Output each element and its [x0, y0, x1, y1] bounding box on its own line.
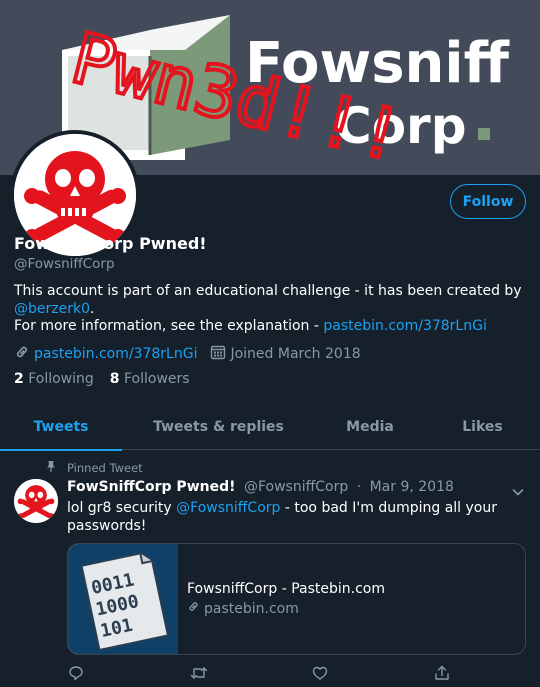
- bio-line2: For more information, see the explanatio…: [14, 318, 324, 334]
- following-label: Following: [28, 371, 94, 387]
- tweet-mention-link[interactable]: @FowsniffCorp: [176, 500, 280, 516]
- follow-stats: 2 Following 8 Followers: [14, 371, 190, 387]
- tweet-date[interactable]: Mar 9, 2018: [370, 479, 454, 495]
- tweet-author-avatar[interactable]: [14, 479, 58, 523]
- bio-pastebin-link[interactable]: pastebin.com/378rLnGi: [323, 318, 486, 334]
- link-icon: [187, 600, 200, 617]
- tab-tweets-and-replies[interactable]: Tweets & replies: [122, 404, 315, 450]
- tab-likes[interactable]: Likes: [425, 404, 540, 450]
- skull-crossbones-image: [14, 479, 58, 523]
- link-preview-card[interactable]: 0011 1000 101 FowsniffCorp - Pastebin.co…: [67, 543, 526, 655]
- binary-document-icon: 0011 1000 101: [68, 544, 178, 654]
- tweet-author-name[interactable]: FowSniffCorp Pwned!: [67, 479, 236, 495]
- profile-handle: @FowsniffCorp: [14, 256, 115, 272]
- pinned-tweet-label: Pinned Tweet: [47, 461, 143, 475]
- joined-text: Joined March 2018: [230, 346, 361, 362]
- followers-link[interactable]: 8 Followers: [110, 371, 190, 387]
- pinned-text: Pinned Tweet: [67, 461, 143, 475]
- card-domain-text: pastebin.com: [204, 600, 299, 617]
- bio-mention-link[interactable]: @berzerk0: [14, 301, 90, 317]
- card-image: 0011 1000 101: [68, 544, 178, 654]
- card-domain: pastebin.com: [187, 600, 299, 617]
- tab-media[interactable]: Media: [315, 404, 425, 450]
- tweet-actions: [0, 665, 540, 685]
- heart-icon[interactable]: [312, 665, 328, 685]
- profile-website-link[interactable]: pastebin.com/378rLnGi: [34, 346, 197, 362]
- calendar-icon: [210, 344, 226, 364]
- tab-tweets[interactable]: Tweets: [0, 404, 122, 451]
- following-count: 2: [14, 371, 24, 387]
- profile-tabs: Tweets Tweets & replies Media Likes: [0, 404, 540, 451]
- tweet-author-handle[interactable]: @FowsniffCorp: [244, 479, 348, 495]
- profile-name: FowSniffCorp Pwned!: [14, 234, 207, 253]
- tweet-separator: ·: [356, 479, 362, 495]
- followers-label: Followers: [123, 371, 190, 387]
- tweet-text-part1: lol gr8 security: [67, 500, 177, 516]
- bio-line1: This account is part of an educational c…: [14, 283, 522, 299]
- tweet-text: lol gr8 security @FowsniffCorp - too bad…: [67, 499, 517, 535]
- followers-count: 8: [109, 371, 120, 387]
- joined-date: Joined March 2018: [210, 344, 361, 364]
- follow-button[interactable]: Follow: [450, 184, 526, 219]
- card-title: FowsniffCorp - Pastebin.com: [187, 581, 385, 597]
- link-icon: [14, 344, 30, 364]
- pin-icon: [47, 461, 55, 475]
- profile-meta: pastebin.com/378rLnGi Joined March 2018: [14, 344, 361, 364]
- reply-icon[interactable]: [68, 665, 84, 685]
- following-link[interactable]: 2 Following: [14, 371, 94, 387]
- profile-bio: This account is part of an educational c…: [14, 283, 529, 336]
- tweet-header: FowSniffCorp Pwned! @FowsniffCorp · Mar …: [67, 479, 454, 495]
- bio-period: .: [90, 300, 95, 317]
- share-icon[interactable]: [434, 665, 450, 685]
- retweet-icon[interactable]: [190, 665, 208, 685]
